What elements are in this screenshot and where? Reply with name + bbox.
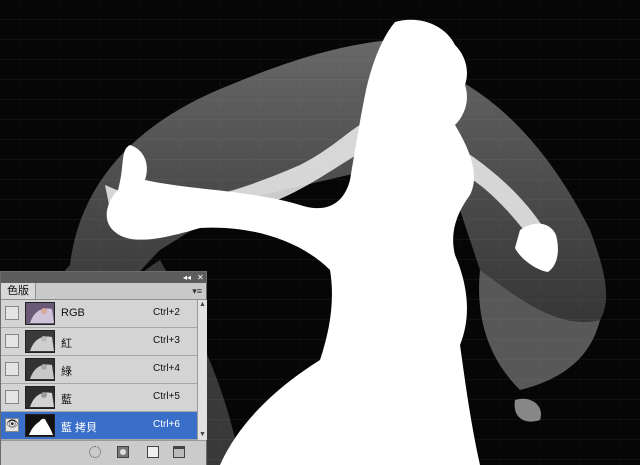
panel-titlebar[interactable]: ◂◂ ✕: [1, 272, 206, 283]
panel-menu-icon[interactable]: ▾≡: [192, 286, 202, 297]
channel-shortcut: Ctrl+6: [153, 419, 180, 430]
channel-thumbnail: [25, 414, 55, 437]
close-icon[interactable]: ✕: [197, 272, 204, 283]
channel-thumbnail: [25, 386, 55, 409]
channel-name: 藍: [61, 394, 72, 406]
channel-thumbnail: [25, 358, 55, 381]
channel-name: 藍 拷貝: [61, 422, 98, 434]
channel-row-blue-copy[interactable]: 👁 藍 拷貝 Ctrl+6: [1, 412, 197, 440]
channel-thumbnail: [25, 330, 55, 353]
channel-row-rgb[interactable]: RGB Ctrl+2: [1, 300, 197, 328]
channel-name: 綠: [61, 366, 72, 378]
channel-name: 紅: [61, 338, 72, 350]
channel-list-scrollbar[interactable]: ▲ ▼: [197, 300, 207, 440]
channel-thumbnail: [25, 302, 55, 325]
delete-channel-icon[interactable]: [173, 446, 185, 458]
channel-row-green[interactable]: 綠 Ctrl+4: [1, 356, 197, 384]
tab-channels[interactable]: 色版: [1, 283, 36, 299]
save-selection-icon[interactable]: [117, 446, 129, 458]
panel-tab-row: 色版 ▾≡: [1, 283, 206, 300]
channel-list: RGB Ctrl+2 紅 Ctrl+3 綠 Ctrl+4 藍 Ctrl+5 👁 …: [1, 300, 197, 440]
eye-icon[interactable]: 👁: [5, 418, 19, 432]
visibility-toggle[interactable]: [5, 390, 19, 404]
channel-shortcut: Ctrl+5: [153, 391, 180, 402]
new-channel-icon[interactable]: [147, 446, 159, 458]
panel-footer: [1, 440, 206, 465]
channel-name: RGB: [61, 307, 85, 319]
load-selection-icon[interactable]: [89, 446, 101, 458]
scroll-down-icon[interactable]: ▼: [198, 430, 207, 440]
channels-panel: ◂◂ ✕ 色版 ▾≡ RGB Ctrl+2 紅 Ctrl+3 綠 Ctrl+4 …: [0, 271, 207, 465]
visibility-toggle[interactable]: [5, 334, 19, 348]
scroll-up-icon[interactable]: ▲: [198, 300, 207, 310]
channel-shortcut: Ctrl+4: [153, 363, 180, 374]
channel-row-blue[interactable]: 藍 Ctrl+5: [1, 384, 197, 412]
channel-shortcut: Ctrl+3: [153, 335, 180, 346]
channel-row-red[interactable]: 紅 Ctrl+3: [1, 328, 197, 356]
collapse-icon[interactable]: ◂◂: [183, 272, 191, 283]
visibility-toggle[interactable]: [5, 362, 19, 376]
channel-shortcut: Ctrl+2: [153, 307, 180, 318]
visibility-toggle[interactable]: [5, 306, 19, 320]
